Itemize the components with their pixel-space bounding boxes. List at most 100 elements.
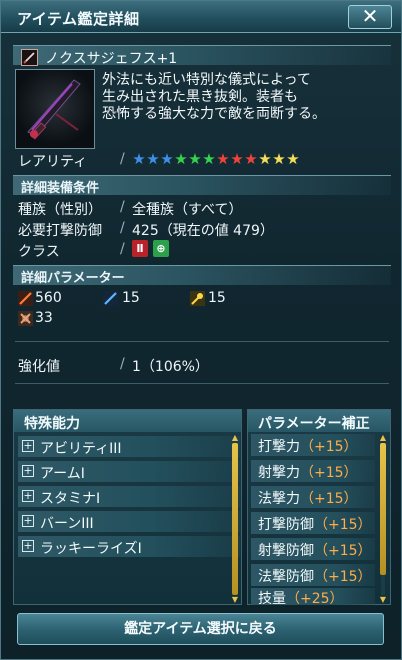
param-name: 打撃力 [258,439,300,455]
required-defense-label: 必要打撃防御 [18,223,102,239]
attack-value: 560 [35,290,62,306]
weapon-name: ノクスサジェフス+1 [45,51,178,67]
enhance-label: 強化値 [18,359,60,375]
param-bonus: （+15） [314,569,372,585]
ability-name: アビリティIII [40,441,122,457]
param-bonus-item: 法撃防御（+15） [251,564,375,586]
rarity-star-icon: ★ [160,150,174,168]
race-label: 種族（性別） [18,202,102,218]
expand-icon[interactable]: + [22,515,34,527]
rarity-star-icon: ★ [174,150,188,168]
param-bonus: （+15） [314,543,372,559]
param-bonus-item: 法撃力（+15） [251,486,375,508]
scroll-up-icon[interactable]: ▲ [379,434,387,442]
section-title: 詳細装備条件 [21,181,100,196]
scroll-down-icon[interactable]: ▼ [231,596,239,604]
ranged-icon [103,291,118,306]
ability-name: ラッキーライズI [40,541,142,557]
expand-icon[interactable]: + [22,490,34,502]
ability-item[interactable]: + ラッキーライズI [18,536,240,557]
title-bar: アイテム鑑定詳細 ✕ [1,1,401,33]
rarity-label: レアリティ [18,154,88,170]
back-to-selection-button[interactable]: 鑑定アイテム選択に戻る [17,613,384,645]
equip-conditions-header: 詳細装備条件 [13,175,391,196]
ability-item[interactable]: + バーンIII [18,511,240,532]
param-bonus: （+25） [286,591,344,605]
param-name: 射撃防御 [258,543,314,559]
param-name: 法撃力 [258,491,300,507]
fighter-class-icon: ⊕ [153,240,169,257]
attack-icon [18,291,33,306]
ability-name: アームI [40,466,85,482]
param-name: 技量 [258,591,286,605]
rarity-star-icon: ★ [272,150,286,168]
separator-slash: / [120,151,125,167]
item-appraisal-window: アイテム鑑定詳細 ✕ ノクスサジェフス+1 外法にも近い特別な儀式によって 生み… [0,0,402,660]
skill-icon [190,291,205,306]
param-bonus-item: 打撃力（+15） [251,434,375,456]
panel-title: 特殊能力 [24,416,80,432]
ranged-value: 15 [122,290,140,306]
param-bonus: （+15） [300,439,358,455]
window-title: アイテム鑑定詳細 [17,10,140,28]
abilities-header: 特殊能力 [14,410,241,432]
param-bonus: （+15） [300,491,358,507]
ability-name: スタミナI [40,491,101,507]
rarity-star-icon: ★ [258,150,272,168]
sword-category-icon [21,49,38,66]
separator-slash: / [120,220,125,236]
param-name: 打撃防御 [258,517,314,533]
divider [15,341,389,342]
abilities-panel: 特殊能力 + アビリティIII + アームI + スタミナI + バーンIII … [13,409,242,605]
divider [15,383,389,384]
rarity-star-icon: ★ [230,150,244,168]
param-bonus-item: 射撃防御（+15） [251,538,375,560]
panel-title: パラメーター補正 [258,416,370,432]
expand-icon[interactable]: + [22,440,34,452]
section-title: 詳細パラメーター [21,271,125,286]
defense-value: 33 [35,310,53,326]
rarity-star-icon: ★ [202,150,216,168]
ability-item[interactable]: + アームI [18,461,240,482]
param-name: 法撃防御 [258,569,314,585]
skill-value: 15 [208,290,226,306]
param-bonus-scrollbar[interactable]: ▲ ▼ [379,434,387,604]
rarity-star-icon: ★ [216,150,230,168]
param-bonus: （+15） [300,465,358,481]
param-bonus-item: 技量（+25） [251,588,375,605]
param-bonus-panel: パラメーター補正 打撃力（+15） 射撃力（+15） 法撃力（+15） 打撃防御… [247,409,391,605]
enhance-value: 1（106%） [132,359,209,375]
separator-slash: / [120,199,125,215]
rarity-star-icon: ★ [146,150,160,168]
weapon-description: 外法にも近い特別な儀式によって 生み出された黒き抜剣。装者も 恐怖する強大な力で… [102,72,326,123]
ability-item[interactable]: + アビリティIII [18,436,240,457]
required-defense-value: 425（現在の値 479） [132,223,274,239]
rarity-star-icon: ★ [286,150,300,168]
param-name: 射撃力 [258,465,300,481]
description-line: 生み出された黒き抜剣。装者も [102,89,298,105]
param-bonus-item: 射撃力（+15） [251,460,375,482]
weapon-image [15,69,95,149]
close-button[interactable]: ✕ [348,5,392,29]
scroll-down-icon[interactable]: ▼ [379,596,387,604]
parameters-header: 詳細パラメーター [13,265,391,286]
description-line: 外法にも近い特別な儀式によって [102,72,311,88]
defense-icon [18,311,33,326]
rarity-stars: ★ ★ ★ ★ ★ ★ ★ ★ ★ ★ ★ ★ [132,151,300,167]
expand-icon[interactable]: + [22,465,34,477]
race-value: 全種族（すべて） [132,202,243,218]
class-label: クラス [18,244,60,260]
separator-slash: / [120,356,125,372]
ability-item[interactable]: + スタミナI [18,486,240,507]
param-bonus-header: パラメーター補正 [248,410,390,432]
rarity-star-icon: ★ [188,150,202,168]
param-bonus-item: 打撃防御（+15） [251,512,375,534]
description-line: 恐怖する強大な力で敵を両断する。 [102,106,326,122]
scroll-up-icon[interactable]: ▲ [231,434,239,442]
expand-icon[interactable]: + [22,540,34,552]
scroll-thumb[interactable] [232,443,238,595]
rarity-star-icon: ★ [244,150,258,168]
scroll-thumb[interactable] [380,443,386,575]
abilities-scrollbar[interactable]: ▲ ▼ [231,434,239,604]
hunter-class-icon: Ⅱ [132,240,148,257]
